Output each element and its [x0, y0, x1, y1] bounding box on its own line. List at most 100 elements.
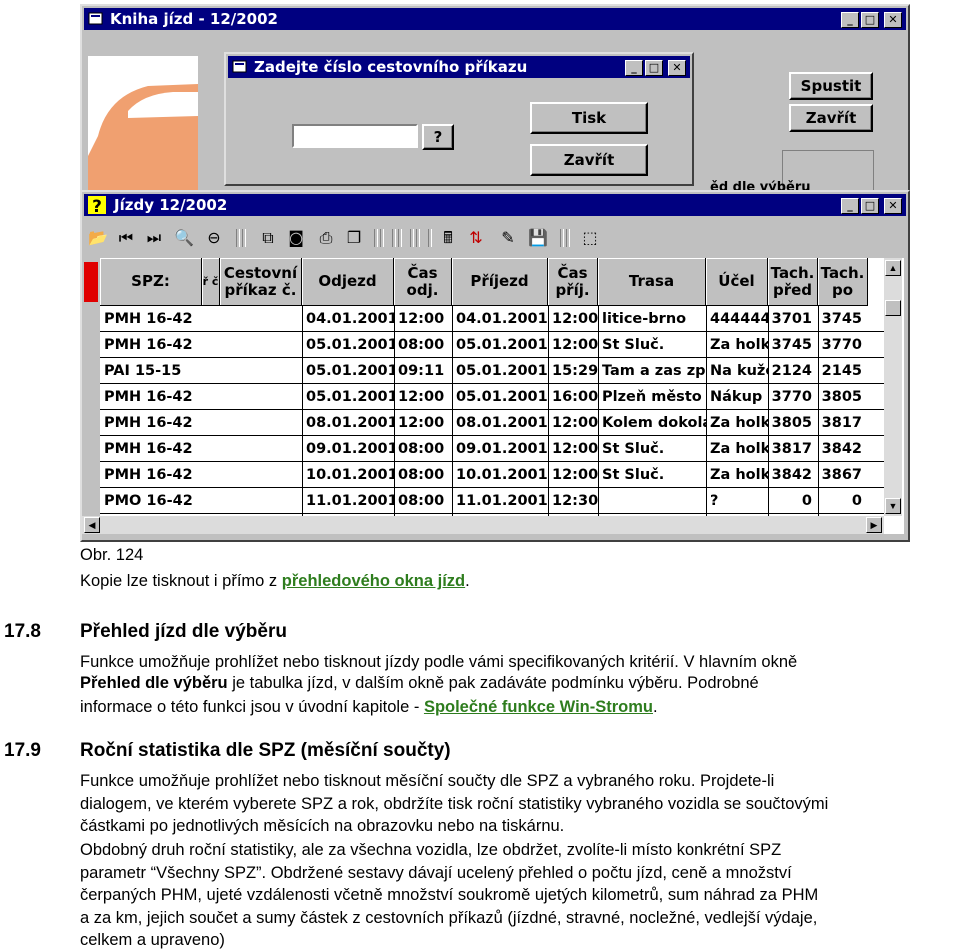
search-icon[interactable]: 🔍 — [174, 228, 194, 248]
maximize-button[interactable]: □ — [645, 60, 663, 76]
table-cell[interactable]: PMO 16-42 — [100, 488, 202, 514]
table-cell[interactable]: Na kuže — [706, 358, 768, 384]
table-cell[interactable]: 0 — [818, 488, 868, 514]
table-cell[interactable]: 05.01.2001 — [302, 358, 394, 384]
table-cell[interactable] — [220, 306, 302, 332]
col-trasa[interactable]: Trasa — [598, 258, 706, 306]
kniha-title-bar[interactable]: Kniha jízd - 12/2002 _ □ ✕ — [84, 8, 906, 30]
vertical-scrollbar[interactable] — [884, 258, 902, 516]
scroll-right-button[interactable]: ▶ — [866, 517, 882, 533]
table-cell[interactable]: PMH 16-42 — [100, 332, 202, 358]
prehledove-okno-link[interactable]: přehledového okna jízd — [282, 572, 465, 590]
close-button[interactable]: ✕ — [884, 12, 902, 28]
table-cell[interactable]: 12:30 — [548, 488, 598, 514]
table-cell[interactable]: 11.01.2001 — [452, 488, 548, 514]
col-rc[interactable]: ř č — [202, 258, 220, 306]
table-cell[interactable]: 12:00 — [548, 332, 598, 358]
select-region-icon[interactable]: ⬚ — [580, 228, 600, 248]
dialog-zavrit-button[interactable]: Zavřít — [530, 144, 648, 176]
table-cell[interactable]: Za holk — [706, 462, 768, 488]
table-cell[interactable]: Kolem dokola — [598, 410, 706, 436]
table-cell[interactable]: 10.01.2001 — [302, 462, 394, 488]
table-cell[interactable]: 3770 — [768, 384, 818, 410]
table-cell[interactable]: 09.01.2001 — [302, 436, 394, 462]
table-cell[interactable]: Nákup s — [706, 384, 768, 410]
table-cell[interactable]: 04.01.2001 — [452, 306, 548, 332]
table-cell[interactable] — [202, 332, 220, 358]
table-cell[interactable]: 3805 — [818, 384, 868, 410]
table-cell[interactable]: 05.01.2001 — [302, 332, 394, 358]
sort-icon[interactable]: ⇅ — [466, 228, 486, 248]
table-cell[interactable]: 05.01.2001 — [302, 384, 394, 410]
table-cell[interactable]: PMH 16-42 — [100, 306, 202, 332]
table-cell[interactable]: St Sluč. — [598, 436, 706, 462]
col-cas-odj[interactable]: Čas odj. — [394, 258, 452, 306]
close-button[interactable]: ✕ — [884, 198, 902, 214]
table-cell[interactable]: St Sluč. — [598, 332, 706, 358]
table-cell[interactable] — [202, 488, 220, 514]
table-cell[interactable] — [220, 358, 302, 384]
col-cestovni-prikaz[interactable]: Cestovní příkaz č. — [220, 258, 302, 306]
maximize-button[interactable]: □ — [861, 198, 879, 214]
table-cell[interactable]: 16:00 — [548, 384, 598, 410]
table-cell[interactable] — [202, 358, 220, 384]
question-button[interactable]: ? — [422, 124, 454, 150]
col-cas-prij[interactable]: Čas příj. — [548, 258, 598, 306]
table-cell[interactable] — [220, 410, 302, 436]
table-cell[interactable]: Plzeň město — [598, 384, 706, 410]
table-cell[interactable]: PMH 16-42 — [100, 384, 202, 410]
table-cell[interactable]: PAI 15-15 — [100, 358, 202, 384]
save-icon[interactable]: 💾 — [528, 228, 548, 248]
col-prijezd[interactable]: Příjezd — [452, 258, 548, 306]
table-cell[interactable] — [202, 384, 220, 410]
open-folder-icon[interactable]: 📂 — [88, 228, 108, 248]
scroll-left-button[interactable]: ◀ — [84, 517, 100, 533]
table-cell[interactable] — [220, 384, 302, 410]
table-cell[interactable]: Tam a zas zpá — [598, 358, 706, 384]
table-cell[interactable]: 12:00 — [394, 410, 452, 436]
table-cell[interactable]: 08.01.2001 — [302, 410, 394, 436]
form-icon[interactable]: 🖩 — [438, 228, 458, 248]
dialog-title-bar[interactable]: Zadejte číslo cestovního příkazu _ □ ✕ — [228, 56, 690, 78]
table-cell[interactable]: 11.01.2001 — [302, 488, 394, 514]
table-cell[interactable]: 12:00 — [548, 436, 598, 462]
table-cell[interactable]: 2145 — [818, 358, 868, 384]
spolecne-funkce-link[interactable]: Společné funkce Win-Stromu — [424, 698, 653, 716]
table-cell[interactable]: 12:00 — [394, 306, 452, 332]
minimize-button[interactable]: _ — [625, 60, 643, 76]
table-cell[interactable]: 10.01.2001 — [452, 462, 548, 488]
edit-icon[interactable]: ✎ — [498, 228, 518, 248]
table-cell[interactable]: Za holk — [706, 332, 768, 358]
scroll-down-button[interactable]: ▼ — [885, 498, 901, 514]
table-cell[interactable] — [202, 306, 220, 332]
table-cell[interactable]: 12:00 — [548, 306, 598, 332]
table-cell[interactable]: 09:11 — [394, 358, 452, 384]
table-cell[interactable]: PMH 16-42 — [100, 462, 202, 488]
table-cell[interactable]: St Sluč. — [598, 462, 706, 488]
maximize-button[interactable]: □ — [861, 12, 879, 28]
table-cell[interactable] — [220, 462, 302, 488]
col-spz[interactable]: SPZ: — [100, 258, 202, 306]
zoom-out-icon[interactable]: ⊖ — [204, 228, 224, 248]
table-cell[interactable] — [220, 332, 302, 358]
table-cell[interactable]: 12:00 — [548, 462, 598, 488]
table-cell[interactable]: litice-brno — [598, 306, 706, 332]
col-ucel[interactable]: Účel — [706, 258, 768, 306]
table-cell[interactable]: 08:00 — [394, 462, 452, 488]
table-cell[interactable]: 15:29 — [548, 358, 598, 384]
last-record-icon[interactable]: ⏭ — [144, 228, 164, 248]
copy-icon[interactable]: ⧉ — [258, 228, 278, 248]
table-cell[interactable] — [202, 462, 220, 488]
table-cell[interactable]: 08:00 — [394, 332, 452, 358]
table-cell[interactable]: 3817 — [818, 410, 868, 436]
table-cell[interactable]: PMH 16-42 — [100, 436, 202, 462]
table-cell[interactable]: 3701 — [768, 306, 818, 332]
table-cell[interactable] — [220, 488, 302, 514]
spustit-button[interactable]: Spustit — [789, 72, 873, 100]
table-cell[interactable]: 05.01.2001 — [452, 384, 548, 410]
table-cell[interactable]: 12:00 — [394, 384, 452, 410]
table-cell[interactable]: 3745 — [768, 332, 818, 358]
table-cell[interactable] — [598, 488, 706, 514]
table-cell[interactable]: 08:00 — [394, 488, 452, 514]
col-tach-po[interactable]: Tach. po — [818, 258, 868, 306]
